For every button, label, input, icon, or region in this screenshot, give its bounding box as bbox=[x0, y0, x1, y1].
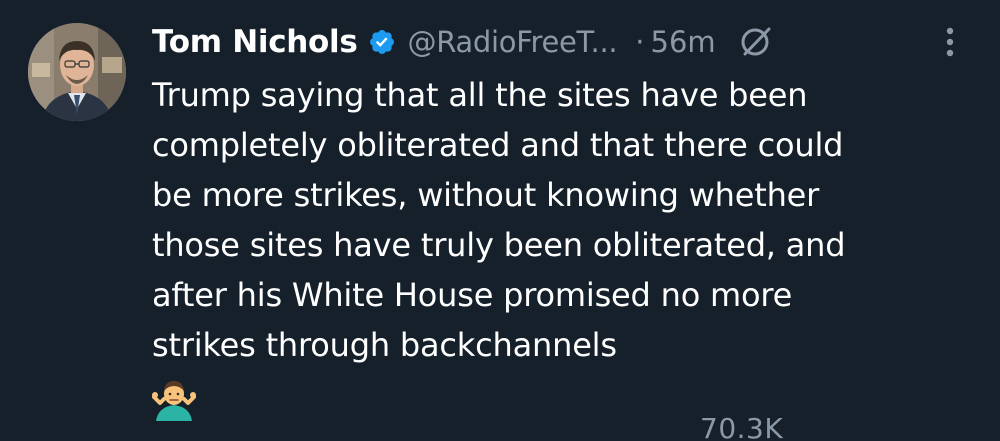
separator-dot: · bbox=[635, 25, 645, 59]
tweet-card[interactable]: Tom Nichols @RadioFreeT... · 56m Trump s… bbox=[0, 0, 1000, 441]
grok-icon[interactable] bbox=[738, 25, 772, 59]
verified-badge-icon bbox=[368, 28, 396, 56]
tweet-text-line: those sites have truly been obliterated,… bbox=[152, 226, 846, 264]
tweet-text-line: Trump saying that all the sites have bee… bbox=[152, 76, 808, 114]
timestamp[interactable]: 56m bbox=[651, 25, 716, 59]
view-count[interactable]: 70.3K bbox=[700, 412, 783, 441]
tweet-text: Trump saying that all the sites have bee… bbox=[152, 70, 952, 370]
tweet-text-line: strikes through backchannels bbox=[152, 326, 617, 364]
man-shrugging-emoji-icon bbox=[152, 377, 196, 421]
author-name[interactable]: Tom Nichols bbox=[152, 24, 358, 60]
more-options-icon[interactable] bbox=[940, 24, 960, 60]
tweet-header: Tom Nichols @RadioFreeT... · 56m bbox=[152, 16, 772, 68]
tweet-text-line: after his White House promised no more bbox=[152, 276, 793, 314]
author-handle[interactable]: @RadioFreeT... bbox=[408, 25, 618, 59]
tweet-text-line: completely obliterated and that there co… bbox=[152, 126, 844, 164]
tweet-text-line: be more strikes, without knowing whether bbox=[152, 176, 820, 214]
author-avatar[interactable] bbox=[28, 23, 126, 121]
